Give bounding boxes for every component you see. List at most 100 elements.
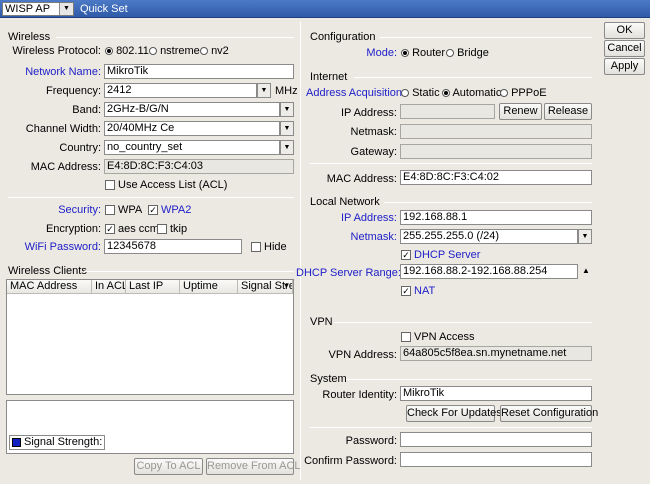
column-header-mac[interactable]: MAC Address (7, 280, 92, 294)
password-input[interactable] (400, 432, 592, 447)
radio-selected-icon (442, 89, 450, 97)
radio-icon (446, 49, 454, 57)
internet-gateway-label: Gateway: (350, 146, 397, 158)
acq-static-radio[interactable]: Static (401, 86, 440, 100)
aes-ccm-checkbox[interactable]: ✓ (105, 224, 115, 234)
dhcp-server-checkbox[interactable]: ✓ (401, 250, 411, 260)
chevron-down-icon[interactable]: ▼ (257, 83, 271, 98)
chevron-down-icon[interactable]: ▼ (280, 121, 294, 136)
local-ip-input[interactable]: 192.168.88.1 (400, 210, 592, 225)
internet-netmask-value (400, 124, 592, 139)
release-button[interactable]: Release (544, 103, 592, 120)
section-divider (84, 271, 294, 272)
wpa-label: WPA (118, 204, 143, 216)
internet-mac-input[interactable]: E4:8D:8C:F3:C4:02 (400, 170, 592, 185)
clients-table[interactable]: MAC Address In ACL Last IP Uptime Signal… (6, 279, 294, 395)
radio-icon (500, 89, 508, 97)
local-network-section-title: Local Network (310, 196, 380, 208)
vpn-section-title: VPN (310, 316, 333, 328)
band-label: Band: (72, 104, 101, 116)
mode-select-value: WISP AP (5, 3, 51, 15)
renew-button[interactable]: Renew (499, 103, 542, 120)
section-divider (56, 37, 294, 38)
country-select[interactable]: no_country_set (104, 140, 280, 155)
dhcp-range-label: DHCP Server Range: (296, 267, 401, 279)
vpn-address-label: VPN Address: (328, 349, 397, 361)
remove-from-acl-button[interactable]: Remove From ACL (206, 458, 301, 475)
channel-width-select[interactable]: 20/40MHz Ce (104, 121, 280, 136)
confirm-password-input[interactable] (400, 452, 592, 467)
router-identity-input[interactable]: MikroTik (400, 386, 592, 401)
internet-mac-label: MAC Address: (326, 173, 397, 185)
confirm-password-label: Confirm Password: (304, 455, 397, 467)
chevron-down-icon[interactable]: ▼ (578, 229, 592, 244)
signal-legend-label: Signal Strength: (24, 436, 103, 448)
wpa2-checkbox[interactable]: ✓ (148, 205, 158, 215)
column-header-last-ip[interactable]: Last IP (126, 280, 180, 294)
radio-icon (149, 47, 157, 55)
column-header-in-acl[interactable]: In ACL (92, 280, 126, 294)
frequency-unit: MHz (275, 85, 298, 97)
ok-button[interactable]: OK (604, 22, 645, 39)
radio-selected-icon (401, 49, 409, 57)
wpa2-label: WPA2 (161, 204, 192, 216)
country-label: Country: (59, 142, 101, 154)
protocol-80211-radio[interactable]: 802.11 (105, 44, 149, 58)
protocol-nv2-radio[interactable]: nv2 (200, 44, 229, 58)
wifi-password-input[interactable]: 12345678 (104, 239, 242, 254)
section-divider (346, 379, 592, 380)
radio-icon (200, 47, 208, 55)
section-divider (380, 37, 592, 38)
router-identity-label: Router Identity: (322, 389, 397, 401)
configuration-section-title: Configuration (310, 31, 376, 43)
internet-gateway-value (400, 144, 592, 159)
band-select[interactable]: 2GHz-B/G/N (104, 102, 280, 117)
apply-button[interactable]: Apply (604, 58, 645, 75)
chevron-down-icon[interactable]: ▼ (59, 3, 73, 15)
check-for-updates-button[interactable]: Check For Updates (406, 405, 502, 422)
copy-to-acl-button[interactable]: Copy To ACL (134, 458, 203, 475)
chevron-down-icon[interactable]: ▼ (280, 102, 294, 117)
mode-router-radio[interactable]: Router (401, 46, 445, 60)
use-acl-checkbox[interactable] (105, 180, 115, 190)
nat-checkbox[interactable]: ✓ (401, 286, 411, 296)
chevron-up-icon[interactable]: ▲ (582, 264, 590, 277)
signal-color-swatch (12, 438, 21, 447)
local-netmask-label: Netmask: (350, 231, 397, 243)
internet-ip-label: IP Address: (340, 107, 397, 119)
frequency-input[interactable]: 2412 (104, 83, 257, 98)
section-divider (384, 202, 592, 203)
vpn-access-checkbox[interactable] (401, 332, 411, 342)
column-header-uptime[interactable]: Uptime (180, 280, 238, 294)
reset-configuration-button[interactable]: Reset Configuration (500, 405, 598, 422)
password-label: Password: (345, 435, 397, 447)
system-section-title: System (310, 373, 347, 385)
wpa-checkbox[interactable] (105, 205, 115, 215)
network-name-input[interactable]: MikroTik (104, 64, 294, 79)
hide-password-checkbox[interactable] (251, 242, 261, 252)
network-name-label: Network Name: (25, 66, 101, 78)
mode-select[interactable]: WISP AP ▼ (2, 2, 74, 16)
mode-bridge-radio[interactable]: Bridge (446, 46, 489, 60)
acq-automatic-radio[interactable]: Automatic (442, 86, 501, 100)
local-ip-label: IP Address: (340, 212, 397, 224)
tkip-checkbox[interactable] (157, 224, 167, 234)
acq-pppoe-radio[interactable]: PPPoE (500, 86, 547, 100)
local-netmask-select[interactable]: 255.255.255.0 (/24) (400, 229, 578, 244)
section-divider (310, 163, 592, 164)
wireless-mac-label: MAC Address: (30, 161, 101, 173)
internet-ip-value (400, 104, 495, 119)
section-divider (354, 77, 592, 78)
chevron-down-icon[interactable]: ▼ (280, 140, 294, 155)
frequency-label: Frequency: (45, 85, 101, 97)
window-title: Quick Set (80, 3, 128, 15)
signal-graph: Signal Strength: (6, 400, 294, 454)
dhcp-range-input[interactable]: 192.168.88.2-192.168.88.254 (400, 264, 578, 279)
wireless-protocol-label: Wireless Protocol: (12, 45, 101, 57)
section-divider (310, 427, 592, 428)
use-acl-label: Use Access List (ACL) (118, 179, 228, 191)
protocol-nstreme-radio[interactable]: nstreme (149, 44, 200, 58)
wireless-clients-section-title: Wireless Clients (8, 265, 87, 277)
cancel-button[interactable]: Cancel (604, 40, 645, 57)
chevron-down-icon[interactable]: ▼ (283, 281, 290, 293)
